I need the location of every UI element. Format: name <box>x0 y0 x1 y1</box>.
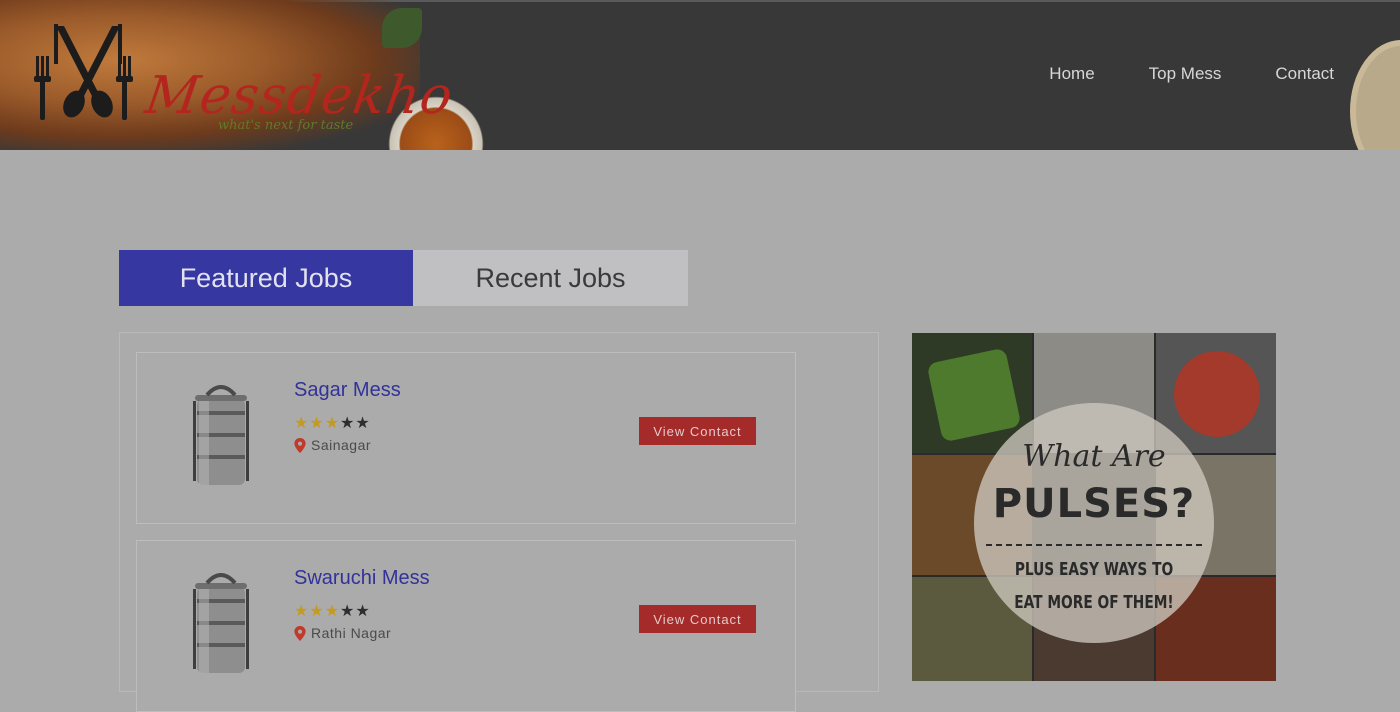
nav-top-mess[interactable]: Top Mess <box>1149 64 1222 84</box>
location-text: Rathi Nagar <box>311 625 392 641</box>
plate-image <box>1350 40 1400 150</box>
star-icon: ★ <box>340 413 356 432</box>
logo-wordmark: Messdekho <box>141 66 457 126</box>
location-pin-icon <box>294 625 306 641</box>
nav-home[interactable]: Home <box>1049 64 1094 84</box>
location: Sainagar <box>294 437 371 453</box>
star-icon: ★ <box>324 413 341 432</box>
view-contact-button[interactable]: View Contact <box>639 417 756 445</box>
guacamole-photo <box>926 347 1022 443</box>
pulses-ad-banner[interactable]: What Are PULSES? Plus easy ways to eat m… <box>912 333 1276 681</box>
list-item: Sagar Mess ★★★★★ Sainagar View Contact <box>136 352 796 524</box>
location: Rathi Nagar <box>294 625 391 641</box>
ad-line-3: Plus easy ways to <box>1014 559 1174 580</box>
herb-garnish-image <box>382 8 422 48</box>
location-text: Sainagar <box>311 437 372 453</box>
jobs-tabs: Featured Jobs Recent Jobs <box>119 250 688 306</box>
rating-stars: ★★★★★ <box>294 413 371 432</box>
tiffin-box-image <box>193 385 249 485</box>
fork-spoon-logo-icon <box>34 24 133 120</box>
star-icon: ★ <box>355 413 371 432</box>
star-icon: ★ <box>355 601 371 620</box>
star-icon: ★ <box>294 601 310 620</box>
site-header: Messdekho what's next for taste Home Top… <box>0 0 1400 150</box>
view-contact-button[interactable]: View Contact <box>639 605 756 633</box>
ad-line-1: What Are <box>1022 439 1166 474</box>
ad-divider <box>986 544 1202 546</box>
tab-recent-jobs[interactable]: Recent Jobs <box>413 250 688 306</box>
rating-stars: ★★★★★ <box>294 601 371 620</box>
star-icon: ★ <box>309 601 325 620</box>
mess-name[interactable]: Swaruchi Mess <box>294 567 430 590</box>
star-icon: ★ <box>340 601 356 620</box>
star-icon: ★ <box>294 413 310 432</box>
star-icon: ★ <box>309 413 325 432</box>
mess-name[interactable]: Sagar Mess <box>294 379 401 402</box>
ad-line-2: PULSES? <box>992 481 1196 527</box>
location-pin-icon <box>294 437 306 453</box>
tab-featured-jobs[interactable]: Featured Jobs <box>119 250 413 306</box>
site-logo[interactable]: Messdekho what's next for taste <box>28 18 457 138</box>
logo-tagline: what's next for taste <box>218 118 354 133</box>
tiffin-box-image <box>193 573 249 673</box>
soup-photo <box>1174 351 1260 437</box>
main-nav: Home Top Mess Contact <box>1049 64 1334 84</box>
list-item: Swaruchi Mess ★★★★★ Rathi Nagar View Con… <box>136 540 796 712</box>
ad-line-4: eat more of them! <box>1014 592 1174 613</box>
nav-contact[interactable]: Contact <box>1275 64 1334 84</box>
star-icon: ★ <box>324 601 341 620</box>
